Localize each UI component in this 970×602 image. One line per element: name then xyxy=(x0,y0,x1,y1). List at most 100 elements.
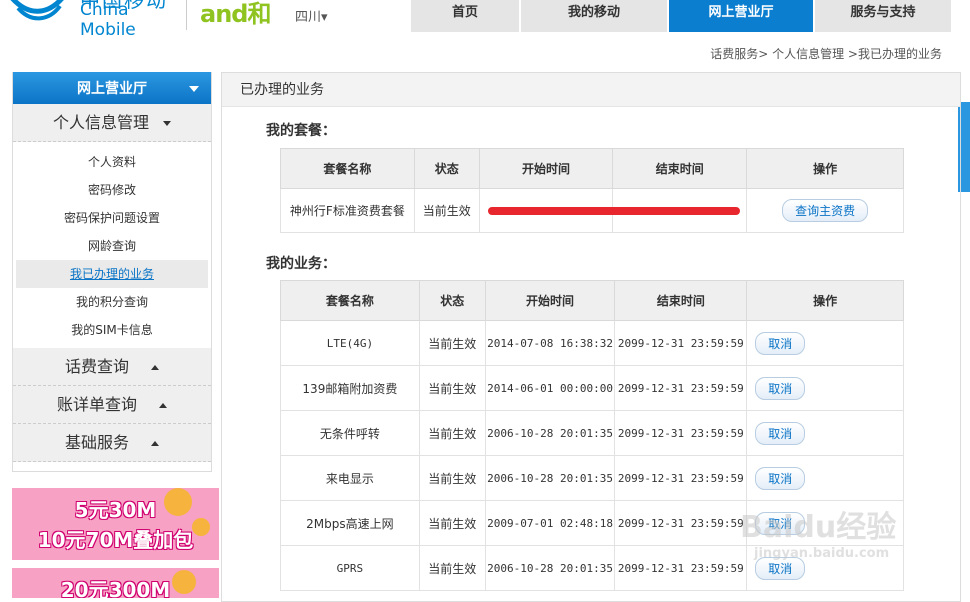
region-label: 四川 xyxy=(295,10,322,25)
query-main-fee-button[interactable]: 查询主资费 xyxy=(782,199,869,222)
col-action: 操作 xyxy=(746,280,904,321)
promo-line-3: 20元300M xyxy=(60,578,171,598)
sidebar-item-profile[interactable]: 个人资料 xyxy=(13,148,211,176)
chevron-down-icon: ▾ xyxy=(321,10,328,25)
sidebar-item-my-services[interactable]: 我已办理的业务 xyxy=(16,260,208,288)
service-name: 来电显示 xyxy=(280,455,420,501)
nav-service-support[interactable]: 服务与支持 xyxy=(815,0,953,32)
china-mobile-logo[interactable]: 中国移动 China Mobile xyxy=(8,0,188,40)
sidebar: 网上营业厅 个人信息管理 个人资料 密码修改 密码保护问题设置 网龄查询 我已办… xyxy=(12,72,212,472)
nav-home[interactable]: 首页 xyxy=(411,0,521,32)
table-row: 无条件呼转 当前生效 2006-10-28 20:01:35 2099-12-31 2… xyxy=(280,410,904,456)
service-status: 当前生效 xyxy=(418,545,486,591)
region-selector[interactable]: 四川▾ xyxy=(295,6,328,25)
service-end: 2099-12-31 23:59:59 xyxy=(614,500,748,546)
service-end: 2099-12-31 23:59:59 xyxy=(614,545,748,591)
table-header-row: 套餐名称 状态 开始时间 结束时间 操作 xyxy=(280,280,904,321)
nav-my-mobile[interactable]: 我的移动 xyxy=(521,0,669,32)
cancel-button[interactable]: 取消 xyxy=(755,376,806,400)
col-action: 操作 xyxy=(746,148,904,189)
sidebar-title[interactable]: 网上营业厅 xyxy=(13,72,211,104)
table-row: LTE(4G) 当前生效 2014-07-08 16:38:32 2099-12-31… xyxy=(280,320,904,366)
service-start: 2014-07-08 16:38:32 xyxy=(484,320,616,366)
service-start: 2006-10-28 20:01:35 xyxy=(484,455,616,501)
col-end: 结束时间 xyxy=(612,148,748,189)
china-mobile-swirl-icon xyxy=(10,0,64,21)
sidebar-item-security-question[interactable]: 密码保护问题设置 xyxy=(13,204,211,232)
package-section-title: 我的套餐： xyxy=(266,123,336,139)
service-status: 当前生效 xyxy=(418,365,486,411)
sidebar-group-personal[interactable]: 个人信息管理 xyxy=(13,104,211,142)
watermark-url: jingyan.baidu.com xyxy=(754,546,890,561)
watermark-brand: Baidu经验 xyxy=(740,510,897,545)
sidebar-group-label: 基础服务 xyxy=(64,433,129,452)
promo-banner[interactable]: 5元30M 10元70M叠加包 xyxy=(12,488,219,560)
service-status: 当前生效 xyxy=(418,500,486,546)
service-status: 当前生效 xyxy=(418,410,486,456)
service-status: 当前生效 xyxy=(418,455,486,501)
service-end: 2099-12-31 23:59:59 xyxy=(614,455,748,501)
page-title: 已办理的业务 xyxy=(222,73,960,107)
col-name: 套餐名称 xyxy=(280,280,420,321)
service-start: 2006-10-28 20:01:35 xyxy=(484,410,616,456)
service-name: LTE(4G) xyxy=(280,320,420,366)
sidebar-links: 个人资料 密码修改 密码保护问题设置 网龄查询 我已办理的业务 我的积分查询 我… xyxy=(13,142,211,348)
service-name: 无条件呼转 xyxy=(280,410,420,456)
sidebar-item-sim-info[interactable]: 我的SIM卡信息 xyxy=(13,316,211,344)
main-nav: 首页 我的移动 网上营业厅 服务与支持 xyxy=(411,0,953,32)
sidebar-item-network-age[interactable]: 网龄查询 xyxy=(13,232,211,260)
sidebar-group-basic[interactable]: 基础服务 xyxy=(13,424,211,462)
service-start: 2006-10-28 20:01:35 xyxy=(484,545,616,591)
service-action-cell: 取消 xyxy=(746,320,904,366)
sidebar-group-label: 话费查询 xyxy=(64,357,129,376)
and-brand-logo: and和 xyxy=(200,0,271,28)
service-end: 2099-12-31 23:59:59 xyxy=(614,365,748,411)
service-name: 2Mbps高速上网 xyxy=(280,500,420,546)
caret-up-icon xyxy=(159,403,167,408)
col-end: 结束时间 xyxy=(614,280,748,321)
package-status: 当前生效 xyxy=(413,188,480,233)
promo-line-1: 5元30M xyxy=(74,498,157,522)
col-name: 套餐名称 xyxy=(280,148,415,189)
sidebar-group-billing[interactable]: 话费查询 xyxy=(13,348,211,386)
baidu-watermark: Baidu经验 jingyan.baidu.com xyxy=(740,490,920,580)
logo-divider xyxy=(186,0,187,30)
col-status: 状态 xyxy=(413,148,480,189)
breadcrumb[interactable]: 话费服务> 个人信息管理 >我已办理的业务 xyxy=(710,45,942,62)
cancel-button[interactable]: 取消 xyxy=(755,331,806,355)
sidebar-item-password[interactable]: 密码修改 xyxy=(13,176,211,204)
table-row: 139邮箱附加资费 当前生效 2014-06-01 00:00:00 2099-12-… xyxy=(280,365,904,411)
sidebar-group-label: 个人信息管理 xyxy=(52,113,149,132)
service-name: 139邮箱附加资费 xyxy=(280,365,420,411)
cancel-button[interactable]: 取消 xyxy=(755,466,806,490)
package-action-cell: 查询主资费 xyxy=(746,188,904,233)
caret-up-icon xyxy=(151,365,159,370)
caret-up-icon xyxy=(151,441,159,446)
sidebar-item-points[interactable]: 我的积分查询 xyxy=(13,288,211,316)
service-action-cell: 取消 xyxy=(746,410,904,456)
sidebar-title-text: 网上营业厅 xyxy=(77,81,147,97)
col-start: 开始时间 xyxy=(484,280,616,321)
package-name: 神州行F标准资费套餐 xyxy=(280,188,415,233)
table-header-row: 套餐名称 状态 开始时间 结束时间 操作 xyxy=(280,148,904,189)
cancel-button[interactable]: 取消 xyxy=(755,421,806,445)
site-header: 中国移动 China Mobile and和 四川▾ 首页 我的移动 网上营业厅… xyxy=(0,0,970,40)
sidebar-group-statement[interactable]: 账详单查询 xyxy=(13,386,211,424)
col-start: 开始时间 xyxy=(478,148,614,189)
redaction-mark xyxy=(488,207,740,215)
service-action-cell: 取消 xyxy=(746,365,904,411)
business-section-title: 我的业务： xyxy=(266,256,336,272)
sidebar-group-label: 账详单查询 xyxy=(56,395,137,414)
nav-online-hall[interactable]: 网上营业厅 xyxy=(669,0,815,32)
service-status: 当前生效 xyxy=(418,320,486,366)
service-start: 2009-07-01 02:48:18 xyxy=(484,500,616,546)
service-name: GPRS xyxy=(280,545,420,591)
service-end: 2099-12-31 23:59:59 xyxy=(614,320,748,366)
logo-english: China Mobile xyxy=(80,0,136,40)
service-start: 2014-06-01 00:00:00 xyxy=(484,365,616,411)
service-end: 2099-12-31 23:59:59 xyxy=(614,410,748,456)
caret-down-icon xyxy=(189,86,199,92)
promo-line-2: 10元70M叠加包 xyxy=(37,528,194,552)
col-status: 状态 xyxy=(418,280,486,321)
package-table: 套餐名称 状态 开始时间 结束时间 操作 神州行F标准资费套餐 当前生效 查询主… xyxy=(280,148,904,233)
